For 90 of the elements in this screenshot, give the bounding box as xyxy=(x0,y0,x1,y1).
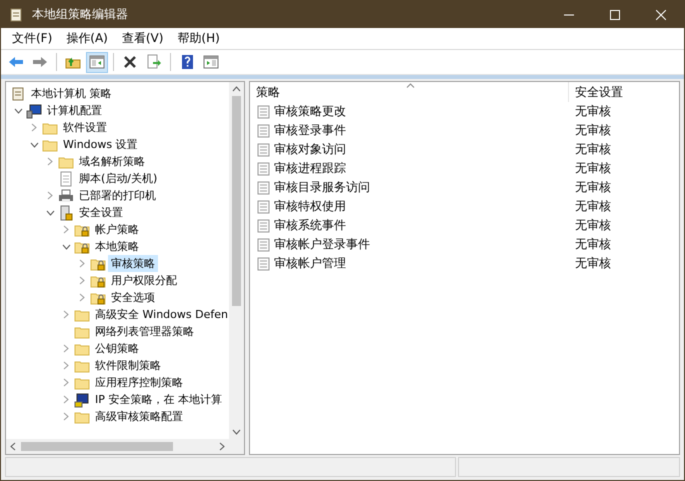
policy-name[interactable]: 审核帐户管理 xyxy=(274,255,346,272)
help-icon xyxy=(179,54,195,70)
tree-item[interactable]: 高级安全 Windows Defen xyxy=(92,306,229,323)
tree-item[interactable]: 本地计算机 策略 xyxy=(28,85,114,102)
menu-item[interactable]: 帮助(H) xyxy=(170,28,227,49)
delete-icon xyxy=(122,54,138,70)
tree-item[interactable]: IP 安全策略，在 本地计算 xyxy=(92,391,225,408)
scroll-icon xyxy=(10,86,26,102)
tree-item[interactable]: Windows 设置 xyxy=(60,136,141,153)
window-title: 本地组策略编辑器 xyxy=(32,6,129,23)
setting-value: 无审核 xyxy=(574,217,611,234)
policy-name[interactable]: 审核登录事件 xyxy=(274,122,346,139)
horizontal-scrollbar[interactable] xyxy=(6,439,244,454)
tree-item[interactable]: 域名解析策略 xyxy=(76,153,148,170)
back-arrow-icon xyxy=(8,54,24,70)
policy-setting-icon xyxy=(257,180,271,194)
tree-item[interactable]: 安全设置 xyxy=(76,204,126,221)
forward-arrow-icon xyxy=(32,54,48,70)
tree-item[interactable]: 应用程序控制策略 xyxy=(92,374,186,391)
policy-setting-icon xyxy=(257,218,271,232)
menu-item[interactable]: 操作(A) xyxy=(59,28,115,49)
policy-name[interactable]: 审核特权使用 xyxy=(274,198,346,215)
chevron-right-icon[interactable] xyxy=(63,344,69,353)
chevron-right-icon[interactable] xyxy=(47,157,53,166)
setting-value: 无审核 xyxy=(574,141,611,158)
setting-value: 无审核 xyxy=(574,103,611,120)
export-icon xyxy=(146,54,162,70)
tree-item[interactable]: 脚本(启动/关机) xyxy=(76,170,160,187)
chevron-down-icon[interactable] xyxy=(62,244,70,250)
tree-item[interactable]: 帐户策略 xyxy=(92,221,142,238)
chevron-right-icon[interactable] xyxy=(79,259,85,268)
chevron-right-icon[interactable] xyxy=(63,412,69,421)
chevron-right-icon[interactable] xyxy=(63,378,69,387)
maximize-icon xyxy=(610,10,620,20)
setting-value: 无审核 xyxy=(574,236,611,253)
computer-icon xyxy=(26,102,42,118)
policy-name[interactable]: 审核对象访问 xyxy=(274,141,346,158)
policy-setting-icon xyxy=(257,142,271,156)
policy-setting-icon xyxy=(257,124,271,138)
close-icon xyxy=(656,10,666,20)
chevron-right-icon[interactable] xyxy=(63,310,69,319)
tree-item[interactable]: 高级审核策略配置 xyxy=(92,408,186,425)
policy-setting-icon xyxy=(257,162,271,176)
tree-item[interactable]: 安全选项 xyxy=(108,289,158,306)
chevron-down-icon[interactable] xyxy=(14,108,22,114)
policy-setting-icon xyxy=(257,200,271,214)
setting-value: 无审核 xyxy=(574,179,611,196)
tree-item[interactable]: 软件限制策略 xyxy=(92,357,164,374)
chevron-right-icon[interactable] xyxy=(63,361,69,370)
chevron-right-icon[interactable] xyxy=(79,276,85,285)
policy-name[interactable]: 审核系统事件 xyxy=(274,217,346,234)
policy-name[interactable]: 审核进程跟踪 xyxy=(274,160,346,177)
printer-icon xyxy=(58,188,74,204)
tree-item[interactable]: 计算机配置 xyxy=(44,102,105,119)
monitor-lock-icon xyxy=(74,392,90,408)
tree-pane-icon xyxy=(89,54,105,70)
policy-setting-icon xyxy=(257,104,271,118)
menu-item[interactable]: 查看(V) xyxy=(114,28,170,49)
chevron-down-icon[interactable] xyxy=(46,210,54,216)
scroll-icon xyxy=(8,6,24,22)
tree-item[interactable]: 网络列表管理器策略 xyxy=(92,323,197,340)
server-lock-icon xyxy=(58,204,74,220)
tree-item[interactable]: 用户权限分配 xyxy=(108,272,180,289)
setting-value: 无审核 xyxy=(574,122,611,139)
setting-value: 无审核 xyxy=(574,160,611,177)
vertical-scrollbar[interactable] xyxy=(229,82,244,439)
tree-item[interactable]: 已部署的打印机 xyxy=(76,187,159,204)
tree-item[interactable]: 公钥策略 xyxy=(92,340,142,357)
policy-setting-icon xyxy=(257,256,271,270)
setting-value: 无审核 xyxy=(574,255,611,272)
chevron-right-icon[interactable] xyxy=(63,395,69,404)
action-pane-icon xyxy=(203,54,219,70)
chevron-right-icon[interactable] xyxy=(63,225,69,234)
chevron-right-icon[interactable] xyxy=(47,191,53,200)
sort-ascending-icon xyxy=(406,83,415,88)
menu-item[interactable]: 文件(F) xyxy=(5,28,60,49)
chevron-right-icon[interactable] xyxy=(79,293,85,302)
tree-item[interactable]: 审核策略 xyxy=(108,255,158,272)
policy-name[interactable]: 审核帐户登录事件 xyxy=(274,236,370,253)
chevron-right-icon[interactable] xyxy=(31,123,37,132)
column-header[interactable]: 策略 xyxy=(250,82,569,102)
setting-value: 无审核 xyxy=(574,198,611,215)
tree-item[interactable]: 软件设置 xyxy=(60,119,110,136)
policy-name[interactable]: 审核目录服务访问 xyxy=(274,179,370,196)
tree-item[interactable]: 本地策略 xyxy=(92,238,142,255)
column-header[interactable]: 安全设置 xyxy=(569,82,623,102)
policy-name[interactable]: 审核策略更改 xyxy=(274,103,346,120)
document-icon xyxy=(58,170,74,186)
chevron-down-icon[interactable] xyxy=(30,142,38,148)
policy-setting-icon xyxy=(257,238,271,252)
